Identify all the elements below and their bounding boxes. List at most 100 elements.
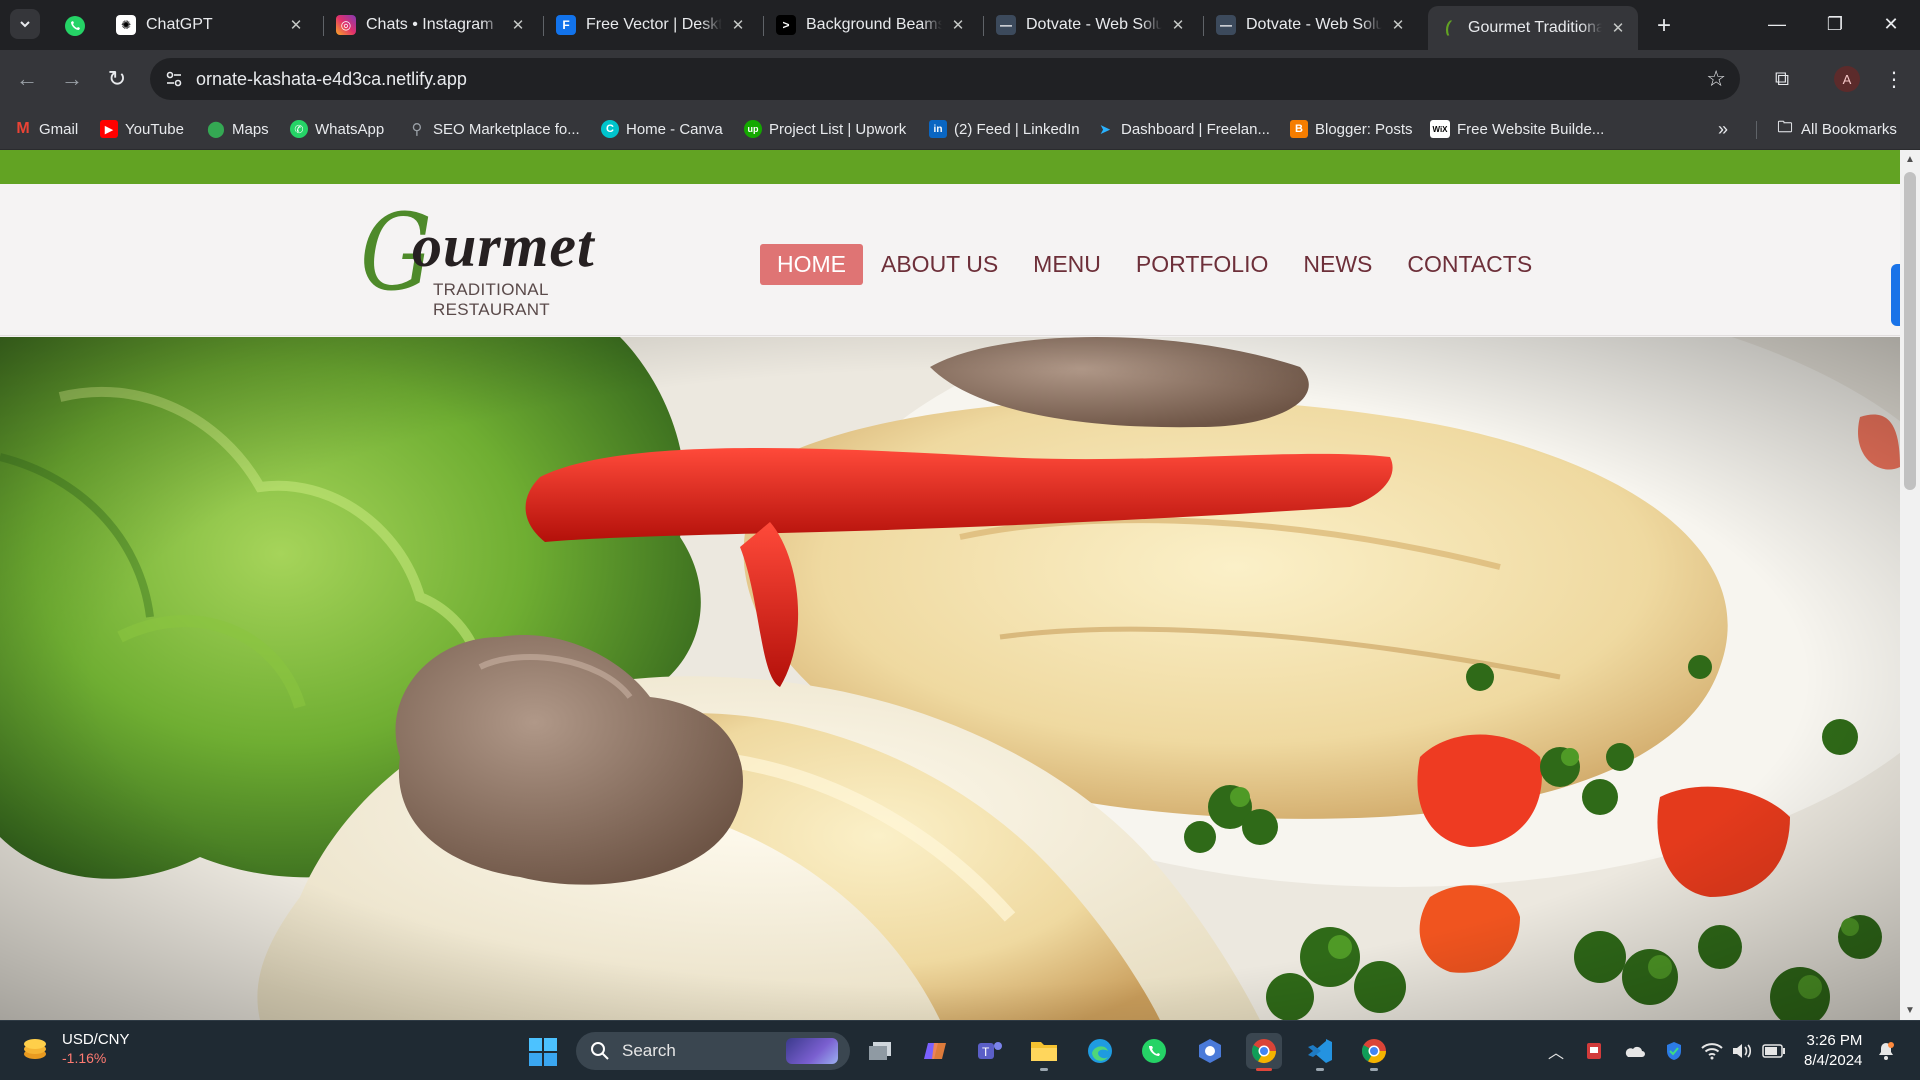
tab-divider [983,16,984,36]
extensions-icon[interactable]: ⧉ [1768,65,1796,93]
wifi-icon[interactable] [1700,1039,1724,1063]
currency-widget[interactable]: USD/CNY -1.16% [20,1031,130,1067]
bookmark-gmail[interactable]: M Gmail [14,116,78,142]
task-view-icon[interactable] [862,1033,898,1069]
crepe-dish-illustration [0,337,1900,1020]
browser-toolbar: ← → ↻ ornate-kashata-e4d3ca.netlify.app … [0,50,1920,108]
upwork-icon: up [744,120,762,138]
volume-icon[interactable] [1730,1039,1754,1063]
bookmark-upwork[interactable]: up Project List | Upwork [744,116,906,142]
forward-button[interactable]: → [57,64,87,94]
scrollbar-thumb[interactable] [1904,172,1916,490]
teams-icon[interactable]: T [972,1033,1008,1069]
battery-icon[interactable] [1762,1039,1786,1063]
url-text[interactable]: ornate-kashata-e4d3ca.netlify.app [196,69,467,90]
freelancer-icon: ➤ [1099,120,1111,137]
onedrive-icon[interactable] [1622,1039,1646,1063]
chrome-taskbar-icon[interactable] [1246,1033,1282,1071]
close-tab-icon[interactable]: ✕ [286,15,306,35]
nav-contacts[interactable]: CONTACTS [1390,244,1549,285]
bookmarks-bar: M Gmail ▶ YouTube ⬤ Maps ✆ WhatsApp ⚲ SE… [0,108,1920,150]
nav-about-us[interactable]: ABOUT US [864,244,1015,285]
blogger-icon: B [1290,120,1308,138]
close-tab-icon[interactable]: ✕ [1608,18,1628,38]
windows-start-icon[interactable] [528,1037,558,1067]
close-tab-icon[interactable]: ✕ [508,15,528,35]
bookmark-linkedin[interactable]: in (2) Feed | LinkedIn [929,116,1080,142]
bookmark-label: (2) Feed | LinkedIn [954,120,1080,138]
widget-change: -1.16% [62,1050,107,1066]
copilot-icon[interactable] [918,1033,954,1069]
menu-kebab-icon[interactable]: ⋮ [1880,65,1908,93]
scroll-up-arrow-icon[interactable]: ▲ [1905,154,1915,165]
linkedin-icon: in [929,120,947,138]
scroll-down-arrow-icon[interactable]: ▼ [1905,1005,1915,1016]
close-tab-icon[interactable]: ✕ [948,15,968,35]
vscode-icon[interactable] [1302,1033,1338,1071]
tab-instagram[interactable]: ◎ Chats • Instagram ✕ [326,6,538,44]
tray-app-icon[interactable] [1582,1039,1606,1063]
bookmark-canva[interactable]: C Home - Canva [601,116,723,142]
tab-title: ChatGPT [146,16,213,33]
tab-dotvate-1[interactable]: — Dotvate - Web Solu ✕ [986,6,1198,44]
app-hexagon-icon[interactable] [1192,1033,1228,1069]
tab-title: Dotvate - Web Solu [1246,16,1382,33]
system-clock[interactable]: 3:26 PM 8/4/2024 [1804,1031,1862,1071]
tab-strip: ✺ ChatGPT ✕ ◎ Chats • Instagram ✕ F Free… [0,0,1920,50]
site-logo[interactable]: G ourmet TRADITIONAL RESTAURANT [360,200,670,320]
maps-icon: ⬤ [207,121,225,138]
bookmark-maps[interactable]: ⬤ Maps [207,116,269,142]
nav-news[interactable]: NEWS [1286,244,1389,285]
page-scrollbar[interactable]: ▲ ▼ [1900,150,1920,1020]
file-explorer-icon[interactable] [1026,1033,1062,1071]
bookmark-blogger[interactable]: B Blogger: Posts [1290,116,1413,142]
pinned-tab-whatsapp[interactable] [60,12,90,40]
back-button[interactable]: ← [12,64,42,94]
minimize-button[interactable]: — [1748,0,1806,48]
tab-dotvate-2[interactable]: — Dotvate - Web Solu ✕ [1206,6,1418,44]
notification-bell-icon[interactable] [1874,1039,1898,1063]
nav-menu[interactable]: MENU [1016,244,1118,285]
tab-background-beams[interactable]: > Background Beams ✕ [766,6,978,44]
taskbar-search-box[interactable]: Search [576,1032,850,1070]
chevron-down-icon [20,21,30,28]
tab-search-button[interactable] [10,9,40,39]
close-tab-icon[interactable]: ✕ [1168,15,1188,35]
security-shield-icon[interactable] [1662,1039,1686,1063]
bookmark-label: Project List | Upwork [769,120,907,138]
tray-overflow-chevron-icon[interactable]: ︿ [1544,1039,1568,1063]
restore-button[interactable]: ❐ [1806,0,1864,48]
chrome-secondary-icon[interactable] [1356,1033,1392,1071]
tab-gourmet[interactable]: ( Gourmet Traditional ✕ [1428,6,1638,50]
address-bar[interactable]: ornate-kashata-e4d3ca.netlify.app ☆ [150,58,1740,100]
edge-icon[interactable] [1082,1033,1118,1069]
new-tab-button[interactable]: + [1650,12,1678,40]
bookmark-seo-marketplace[interactable]: ⚲ SEO Marketplace fo... [408,116,580,142]
bookmark-youtube[interactable]: ▶ YouTube [100,116,184,142]
nav-portfolio[interactable]: PORTFOLIO [1119,244,1286,285]
close-window-button[interactable]: ✕ [1862,0,1920,48]
bookmark-star-icon[interactable]: ☆ [1706,66,1726,92]
profile-avatar[interactable]: A [1834,66,1860,92]
reload-button[interactable]: ↻ [102,64,132,94]
nav-home[interactable]: HOME [760,244,863,285]
logo-wordmark: ourmet [412,213,595,279]
top-accent-bar [0,150,1900,184]
bookmark-label: Free Website Builde... [1457,120,1605,138]
site-header: G ourmet TRADITIONAL RESTAURANT HOME ABO… [0,184,1900,336]
freepik-icon: F [556,15,576,35]
close-tab-icon[interactable]: ✕ [728,15,748,35]
tab-freepik[interactable]: F Free Vector | Desktop ✕ [546,6,758,44]
whatsapp-taskbar-icon[interactable] [1136,1033,1172,1069]
site-info-icon[interactable] [164,69,184,89]
side-panel-tab[interactable] [1891,264,1900,326]
tab-chatgpt[interactable]: ✺ ChatGPT ✕ [106,6,316,44]
all-bookmarks-button[interactable]: 🗀 All Bookmarks [1776,116,1896,142]
bookmark-freelancer[interactable]: ➤ Dashboard | Freelan... [1096,116,1270,142]
bookmark-whatsapp[interactable]: ✆ WhatsApp [290,116,384,142]
bookmarks-divider [1756,121,1757,139]
bookmark-wix[interactable]: WiX Free Website Builde... [1430,116,1604,142]
instagram-icon: ◎ [336,15,356,35]
more-bookmarks-icon[interactable]: » [1718,116,1728,142]
close-tab-icon[interactable]: ✕ [1388,15,1408,35]
